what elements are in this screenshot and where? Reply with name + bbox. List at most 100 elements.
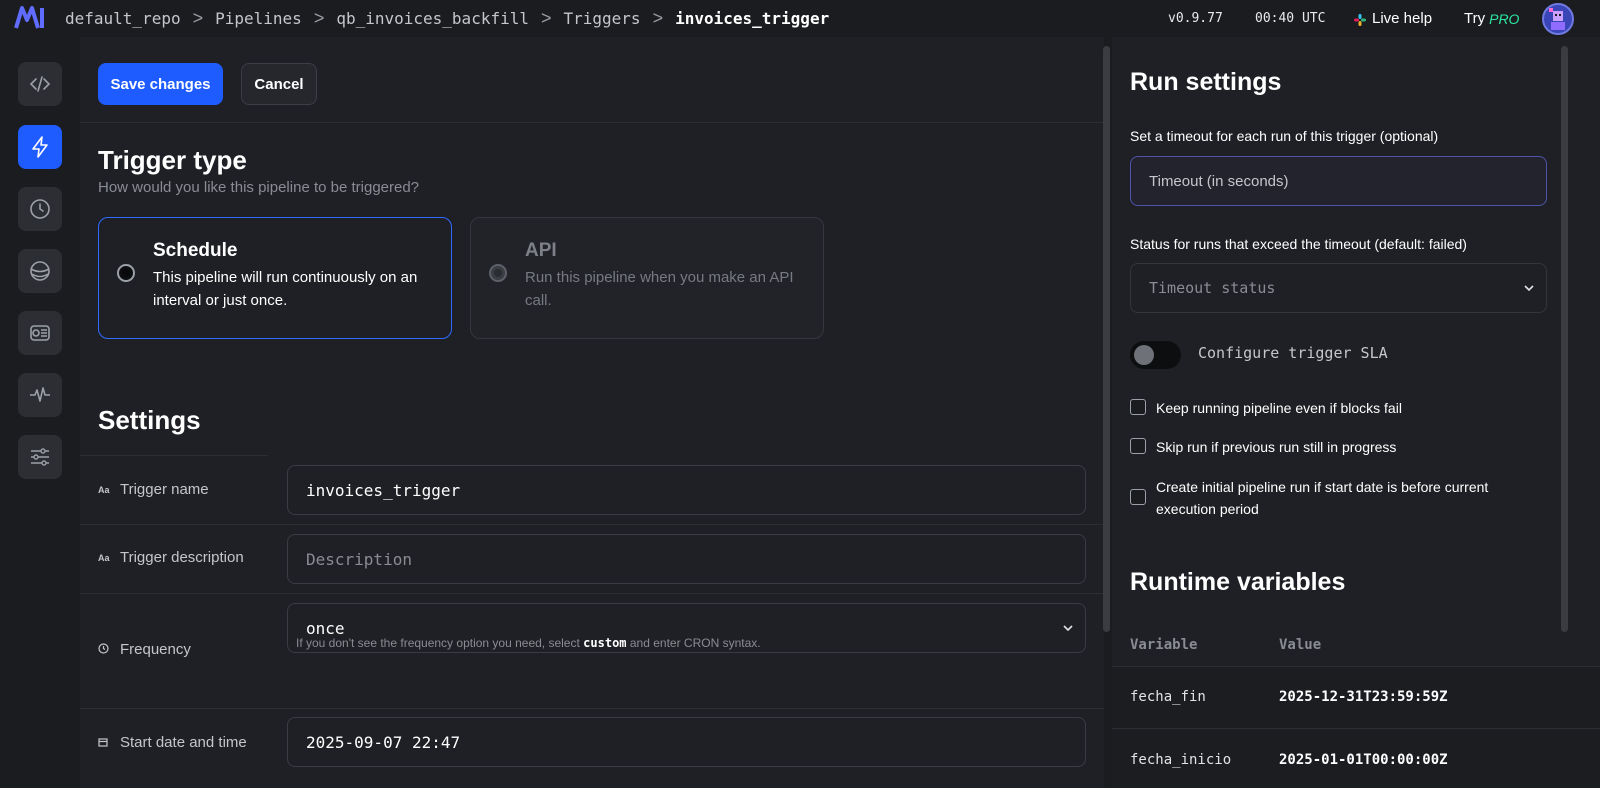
schedule-radio[interactable]	[117, 264, 135, 282]
breadcrumb-separator: >	[313, 8, 325, 28]
api-description: Run this pipeline when you make an API c…	[525, 269, 794, 309]
schedule-description: This pipeline will run continuously on a…	[153, 269, 418, 309]
variable-name: fecha_fin	[1130, 689, 1206, 705]
chevron-down-icon	[1063, 625, 1073, 632]
row-divider	[80, 524, 1104, 525]
variables-table-header: Variable Value	[1112, 625, 1600, 667]
sidebar-item-blocks[interactable]	[18, 311, 62, 355]
settings-title: Settings	[98, 405, 201, 435]
timeout-label: Set a timeout for each run of this trigg…	[1130, 128, 1439, 144]
checkbox-keep-running[interactable]: Keep running pipeline even if blocks fai…	[1130, 397, 1536, 419]
trigger-description-input[interactable]: Description	[287, 534, 1086, 584]
row-divider	[80, 593, 1104, 594]
checkbox-label: Keep running pipeline even if blocks fai…	[1156, 400, 1402, 416]
checkbox-skip-run[interactable]: Skip run if previous run still in progre…	[1130, 436, 1536, 458]
row-divider	[80, 708, 1104, 709]
timeout-input[interactable]: Timeout (in seconds)	[1130, 156, 1547, 206]
schedule-title: Schedule	[153, 240, 238, 261]
clock-icon	[30, 199, 50, 219]
try-label: Try	[1464, 10, 1486, 27]
frequency-value: once	[306, 618, 345, 638]
api-title: API	[525, 240, 557, 261]
panel-scrollbar[interactable]	[1561, 46, 1568, 632]
frequency-label-text: Frequency	[120, 641, 191, 658]
sidebar-item-monitor[interactable]	[18, 373, 62, 417]
cancel-button[interactable]: Cancel	[241, 63, 317, 105]
trigger-description-label-text: Trigger description	[120, 549, 244, 566]
timeout-status-select[interactable]: Timeout status	[1130, 263, 1547, 313]
breadcrumb-separator: >	[652, 8, 664, 28]
frequency-hint: If you don't see the frequency option yo…	[296, 636, 761, 650]
variable-value: 2025-01-01T00:00:00Z	[1279, 752, 1448, 768]
sidebar-item-settings[interactable]	[18, 435, 62, 479]
calendar-icon	[98, 737, 114, 749]
text-type-icon: Aa	[98, 552, 110, 563]
trigger-name-label-text: Trigger name	[120, 481, 209, 498]
column-variable: Variable	[1130, 637, 1198, 653]
top-header: default_repo > Pipelines > qb_invoices_b…	[0, 0, 1600, 37]
run-settings-title: Run settings	[1130, 68, 1282, 96]
sidebar-item-triggers[interactable]	[18, 125, 62, 169]
try-pro-link[interactable]: Try PRO	[1464, 0, 1519, 37]
api-radio[interactable]	[489, 264, 507, 282]
hint-text-after: and enter CRON syntax.	[629, 636, 761, 650]
trigger-option-schedule[interactable]: Schedule This pipeline will run continuo…	[98, 217, 452, 339]
variable-name: fecha_inicio	[1130, 752, 1232, 768]
trigger-editor: Save changes Cancel Trigger type How wou…	[80, 37, 1104, 788]
clock-small-icon	[98, 643, 114, 656]
trigger-type-title: Trigger type	[98, 145, 247, 175]
table-row: fecha_inicio 2025-01-01T00:00:00Z	[1112, 730, 1600, 788]
breadcrumb: default_repo > Pipelines > qb_invoices_b…	[65, 0, 829, 37]
globe-icon	[30, 261, 50, 281]
breadcrumb-repo[interactable]: default_repo	[65, 9, 181, 28]
code-icon	[29, 76, 51, 92]
checkbox-label: Skip run if previous run still in progre…	[1156, 439, 1397, 455]
chevron-down-icon	[1524, 285, 1534, 292]
breadcrumb-pipelines[interactable]: Pipelines	[215, 9, 302, 28]
trigger-name-input[interactable]: invoices_trigger	[287, 465, 1086, 515]
left-sidebar	[0, 37, 80, 788]
timeout-status-placeholder: Timeout status	[1149, 279, 1276, 297]
save-changes-button[interactable]: Save changes	[98, 63, 223, 105]
timeout-status-label: Status for runs that exceed the timeout …	[1130, 236, 1467, 252]
start-date-label: Start date and time	[98, 734, 247, 751]
toolbar: Save changes Cancel	[80, 37, 1104, 123]
trigger-name-label: Aa Trigger name	[98, 481, 209, 498]
pulse-icon	[30, 387, 50, 402]
lightning-icon	[32, 136, 48, 158]
variable-value: 2025-12-31T23:59:59Z	[1279, 689, 1448, 705]
sla-toggle-label: Configure trigger SLA	[1198, 344, 1388, 362]
checkbox[interactable]	[1130, 489, 1146, 505]
pro-label: PRO	[1489, 10, 1520, 27]
sliders-icon	[31, 448, 49, 466]
trigger-description-label: Aa Trigger description	[98, 549, 244, 566]
checkbox[interactable]	[1130, 399, 1146, 415]
hint-text-before: If you don't see the frequency option yo…	[296, 636, 580, 650]
frequency-label: Frequency	[98, 641, 191, 658]
settings-divider	[80, 455, 268, 456]
checkbox[interactable]	[1130, 438, 1146, 454]
sla-toggle[interactable]	[1130, 341, 1181, 369]
sidebar-item-code[interactable]	[18, 62, 62, 106]
main-scrollbar[interactable]	[1103, 46, 1110, 632]
avatar[interactable]	[1542, 3, 1574, 35]
checkbox-initial-run[interactable]: Create initial pipeline run if start dat…	[1130, 476, 1536, 520]
mage-logo-icon[interactable]	[14, 6, 46, 30]
block-icon	[30, 325, 50, 341]
breadcrumb-separator: >	[540, 8, 552, 28]
trigger-option-api[interactable]: API Run this pipeline when you make an A…	[470, 217, 824, 339]
sidebar-item-runs[interactable]	[18, 187, 62, 231]
breadcrumb-pipeline[interactable]: qb_invoices_backfill	[336, 9, 529, 28]
live-help-link[interactable]: Live help	[1354, 0, 1432, 37]
text-type-icon: Aa	[98, 484, 110, 495]
table-row: fecha_fin 2025-12-31T23:59:59Z	[1112, 667, 1600, 729]
slack-icon	[1354, 13, 1366, 26]
start-date-input[interactable]: 2025-09-07 22:47	[287, 717, 1086, 767]
start-date-label-text: Start date and time	[120, 734, 247, 751]
checkbox-label: Create initial pipeline run if start dat…	[1156, 479, 1489, 517]
trigger-type-subtitle: How would you like this pipeline to be t…	[98, 179, 420, 196]
live-help-label: Live help	[1372, 10, 1433, 27]
sidebar-item-backfills[interactable]	[18, 249, 62, 293]
breadcrumb-triggers[interactable]: Triggers	[564, 9, 641, 28]
toggle-knob	[1134, 345, 1154, 365]
